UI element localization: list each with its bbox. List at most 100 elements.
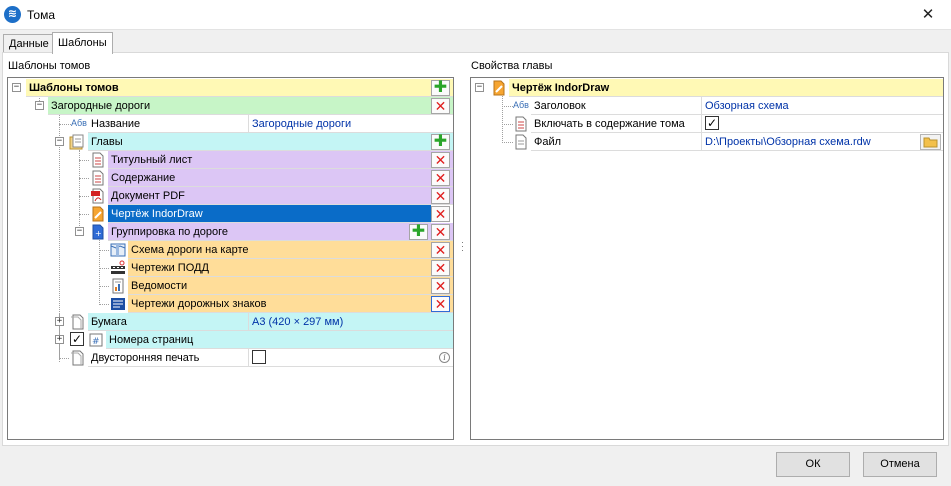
template-row[interactable]: − Загородные дороги ✕ [8, 97, 453, 115]
delete-chapter-button[interactable]: ✕ [431, 188, 450, 204]
folder-icon [923, 137, 938, 148]
delete-template-button[interactable]: ✕ [431, 98, 450, 114]
delete-subitem-button[interactable]: ✕ [431, 260, 450, 276]
document-icon [90, 170, 106, 186]
property-label: Заголовок [531, 97, 701, 115]
sub-chapter-item[interactable]: Ведомости ✕ [8, 277, 453, 295]
statement-icon [110, 278, 126, 294]
duplex-checkbox[interactable] [252, 350, 266, 364]
tab-data[interactable]: Данные [3, 34, 55, 53]
include-toc-checkbox[interactable]: ✓ [705, 116, 719, 130]
delete-subitem-button[interactable]: ✕ [431, 242, 450, 258]
chapter-item-selected[interactable]: Чертёж IndorDraw ✕ [8, 205, 453, 223]
text-field-icon: Абв [513, 100, 529, 110]
page-numbers-label: Номера страниц [106, 331, 453, 349]
expand-icon[interactable]: + [55, 317, 64, 326]
chapter-item[interactable]: − + Группировка по дороге ✚ ✕ [8, 223, 453, 241]
chapters-folder-icon [69, 134, 85, 150]
delete-chapter-button[interactable]: ✕ [431, 152, 450, 168]
pdf-icon [90, 188, 106, 204]
document-icon [513, 116, 529, 132]
page-numbers-checkbox[interactable]: ✓ [70, 332, 84, 346]
chapters-label: Главы [88, 133, 453, 151]
tab-templates[interactable]: Шаблоны [52, 32, 113, 54]
road-markings-icon [110, 260, 126, 276]
add-template-button[interactable]: ✚ [431, 80, 450, 96]
cancel-button[interactable]: Отмена [863, 452, 937, 477]
title-bar: ≋ Тома ✕ [0, 0, 951, 30]
collapse-icon[interactable]: − [75, 227, 84, 236]
title-property-value[interactable]: Обзорная схема [701, 97, 943, 115]
right-panel-label: Свойства главы [471, 60, 553, 72]
chapter-properties[interactable]: − Чертёж IndorDraw Абв Заголовок Обзорна… [470, 77, 944, 440]
delete-chapter-button[interactable]: ✕ [431, 170, 450, 186]
delete-chapter-button[interactable]: ✕ [431, 224, 450, 240]
chapters-row[interactable]: − Главы ✚ [8, 133, 453, 151]
collapse-icon[interactable]: − [35, 101, 44, 110]
collapse-icon[interactable]: − [55, 137, 64, 146]
file-property-value[interactable]: D:\Проекты\Обзорная схема.rdw [701, 133, 943, 151]
templates-tree[interactable]: − Шаблоны томов ✚ − Загородные дороги ✕ … [7, 77, 454, 440]
left-panel-label: Шаблоны томов [8, 60, 91, 72]
properties-header-label: Чертёж IndorDraw [509, 79, 943, 97]
delete-subitem-button[interactable]: ✕ [431, 278, 450, 294]
properties-header-row[interactable]: − Чертёж IndorDraw [471, 79, 943, 97]
property-row[interactable]: Абв Заголовок Обзорная схема [471, 97, 943, 115]
sub-chapter-item[interactable]: Схема дороги на карте ✕ [8, 241, 453, 259]
paper-value[interactable]: А3 (420 × 297 мм) [248, 313, 453, 331]
delete-subitem-button[interactable]: ✕ [431, 296, 450, 312]
property-label: Включать в содержание тома [531, 115, 701, 133]
duplex-row[interactable]: Двусторонняя печать i [8, 349, 453, 367]
add-chapter-button[interactable]: ✚ [431, 134, 450, 150]
name-property-row[interactable]: Абв Название Загородные дороги [8, 115, 453, 133]
duplex-icon [70, 350, 86, 366]
name-property-label: Название [88, 115, 248, 133]
duplex-label: Двусторонняя печать [88, 349, 248, 367]
paper-row[interactable]: + Бумага А3 (420 × 297 мм) [8, 313, 453, 331]
sub-chapter-item[interactable]: Чертежи дорожных знаков ✕ [8, 295, 453, 313]
ok-button[interactable]: ОК [776, 452, 850, 477]
app-icon: ≋ [4, 6, 21, 23]
document-icon [90, 152, 106, 168]
duplex-value-cell [248, 349, 453, 367]
map-icon [110, 242, 126, 258]
chapter-label: Содержание [108, 169, 453, 187]
collapse-icon[interactable]: − [475, 83, 484, 92]
property-row[interactable]: Включать в содержание тома ✓ [471, 115, 943, 133]
grouping-icon: + [90, 224, 106, 240]
browse-folder-button[interactable] [920, 134, 941, 150]
page-numbers-row[interactable]: + ✓ # Номера страниц [8, 331, 453, 349]
property-label: Файл [531, 133, 701, 151]
include-toc-value-cell [701, 115, 943, 133]
chapter-item[interactable]: Содержание ✕ [8, 169, 453, 187]
chapter-item[interactable]: Титульный лист ✕ [8, 151, 453, 169]
sub-chapter-label: Схема дороги на карте [128, 241, 453, 259]
chapter-item[interactable]: Документ PDF ✕ [8, 187, 453, 205]
tree-root-label: Шаблоны томов [26, 79, 453, 97]
drawing-icon [491, 80, 507, 96]
property-row[interactable]: Файл D:\Проекты\Обзорная схема.rdw [471, 133, 943, 151]
svg-text:#: # [92, 337, 100, 347]
info-icon[interactable]: i [439, 352, 450, 363]
chapter-label: Чертёж IndorDraw [108, 205, 431, 223]
paper-label: Бумага [88, 313, 248, 331]
close-button[interactable]: ✕ [905, 0, 951, 30]
text-field-icon: Абв [71, 118, 87, 128]
delete-chapter-button[interactable]: ✕ [431, 206, 450, 222]
sub-chapter-label: Чертежи ПОДД [128, 259, 453, 277]
sub-chapter-label: Чертежи дорожных знаков [128, 295, 453, 313]
sub-chapter-item[interactable]: Чертежи ПОДД ✕ [8, 259, 453, 277]
name-property-value[interactable]: Загородные дороги [248, 115, 453, 133]
collapse-icon[interactable]: − [12, 83, 21, 92]
chapter-label: Группировка по дороге [108, 223, 453, 241]
add-subitem-button[interactable]: ✚ [409, 224, 428, 240]
file-icon [513, 134, 529, 150]
expand-icon[interactable]: + [55, 335, 64, 344]
tree-root-row[interactable]: − Шаблоны томов ✚ [8, 79, 453, 97]
window-title: Тома [27, 8, 55, 22]
page-number-icon: # [88, 332, 104, 348]
chapter-label: Документ PDF [108, 187, 453, 205]
sub-chapter-label: Ведомости [128, 277, 453, 295]
chapter-label: Титульный лист [108, 151, 453, 169]
splitter-handle[interactable]: · · · [461, 238, 464, 255]
